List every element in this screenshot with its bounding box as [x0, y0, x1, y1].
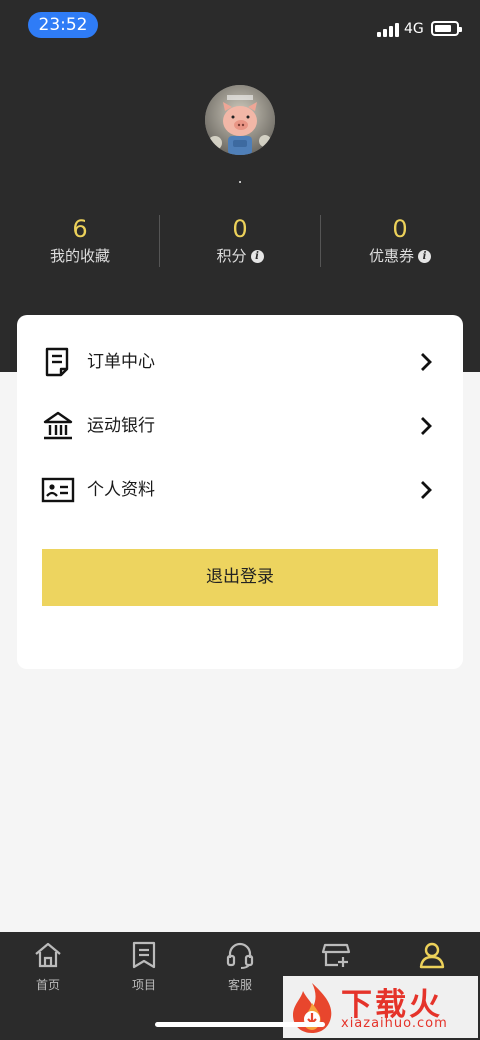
bookmark-list-icon [132, 941, 156, 969]
tab-projects[interactable]: 项目 [96, 932, 192, 1012]
stat-value: 0 [392, 215, 408, 243]
watermark: 下载火 xiazaihuo.com [283, 976, 478, 1038]
watermark-subtitle: xiazaihuo.com [341, 1016, 448, 1031]
home-icon [35, 942, 61, 968]
tab-label: 项目 [131, 978, 156, 992]
bank-icon [41, 410, 75, 442]
stats-row: 6 我的收藏 0 积分 i 0 优惠券 i [0, 212, 480, 272]
network-type: 4G [404, 21, 424, 37]
stat-coupons[interactable]: 0 优惠券 i [320, 212, 480, 266]
chevron-right-icon [419, 351, 433, 373]
menu-item-label: 订单中心 [87, 352, 155, 372]
nickname: . [237, 168, 243, 187]
stat-favorites[interactable]: 6 我的收藏 [0, 212, 160, 266]
order-icon [41, 346, 75, 378]
tab-label: 客服 [227, 978, 252, 992]
chevron-right-icon [419, 415, 433, 437]
headset-icon [226, 942, 254, 969]
avatar[interactable] [205, 85, 275, 155]
menu-item-label: 个人资料 [87, 480, 155, 500]
info-icon[interactable]: i [250, 249, 264, 263]
signal-icon [377, 23, 399, 37]
status-bar: 23:52 4G [0, 0, 480, 50]
store-icon [321, 943, 351, 967]
tab-label: 首页 [35, 978, 60, 992]
battery-icon [431, 21, 462, 36]
stat-value: 0 [232, 215, 248, 243]
info-icon[interactable]: i [418, 249, 431, 263]
divider [159, 215, 160, 267]
id-card-icon [41, 474, 75, 506]
stat-points[interactable]: 0 积分 i [160, 212, 320, 266]
stat-label: 优惠券 [368, 247, 414, 265]
stat-label: 积分 [216, 247, 247, 265]
status-time: 23:52 [28, 12, 98, 38]
tab-home[interactable]: 首页 [0, 932, 96, 1012]
user-icon [419, 942, 445, 969]
menu-item-profile[interactable]: 个人资料 [17, 460, 463, 520]
menu-card: 订单中心 运动银行 个人资料 退出登录 [17, 315, 463, 669]
stat-value: 6 [72, 215, 88, 243]
menu-item-orders[interactable]: 订单中心 [17, 332, 463, 392]
menu-item-label: 运动银行 [87, 416, 155, 436]
home-indicator[interactable] [155, 1022, 325, 1027]
logout-button[interactable]: 退出登录 [42, 549, 438, 606]
stat-label: 我的收藏 [49, 247, 110, 265]
menu-item-sports-bank[interactable]: 运动银行 [17, 396, 463, 456]
tab-service[interactable]: 客服 [192, 932, 288, 1012]
divider [320, 215, 321, 267]
chevron-right-icon [419, 479, 433, 501]
